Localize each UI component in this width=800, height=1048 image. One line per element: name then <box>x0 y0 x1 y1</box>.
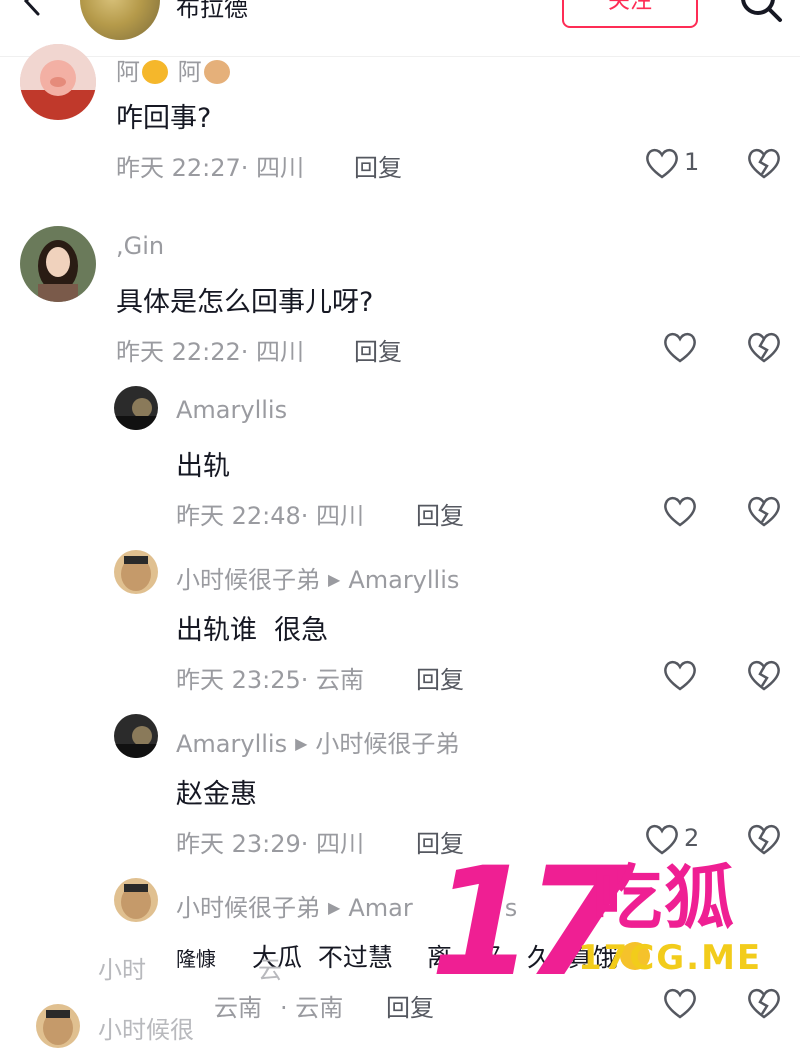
comment-meta: 昨天 23:25· 云南 <box>176 666 365 694</box>
like-icon[interactable] <box>662 658 698 692</box>
reply-button[interactable]: 回复 <box>416 660 464 695</box>
like-count: 1 <box>684 148 700 176</box>
comment-meta: 昨天 22:27· 四川 <box>116 154 305 182</box>
dog-emoji-icon <box>203 60 230 84</box>
watermark-chinese: 吃狐 <box>592 857 736 939</box>
avatar[interactable] <box>20 44 96 120</box>
dislike-icon[interactable] <box>746 494 782 528</box>
dislike-icon[interactable] <box>746 822 782 856</box>
ghost-text: 小时云 <box>98 956 282 984</box>
avatar[interactable] <box>20 226 96 302</box>
comment-username[interactable]: ,Gin <box>116 232 164 260</box>
comment-text: 具体是怎么回事儿呀? <box>116 287 374 318</box>
avatar[interactable] <box>114 714 158 758</box>
like-icon[interactable] <box>644 822 680 856</box>
dislike-icon[interactable] <box>746 146 782 180</box>
like-count: 2 <box>684 824 700 852</box>
reply-arrow-icon: ▶ <box>328 570 341 589</box>
profile-name: 布拉德 <box>176 0 248 22</box>
avatar <box>36 1004 80 1048</box>
comment-username[interactable]: Amaryllis ▶ 小时候很子弟 <box>176 724 459 759</box>
comment-text: 出轨 <box>176 451 230 482</box>
avatar[interactable] <box>114 878 158 922</box>
reply-arrow-icon: ▶ <box>328 898 341 917</box>
comment-text: 咋回事? <box>116 103 212 134</box>
reply-button[interactable]: 回复 <box>386 988 434 1023</box>
comment-username[interactable]: Amaryllis <box>176 396 287 424</box>
back-arrow-icon[interactable] <box>18 0 48 16</box>
watermark-url: 17CG.ME <box>578 938 763 978</box>
profile-avatar[interactable] <box>80 0 160 40</box>
avatar[interactable] <box>114 386 158 430</box>
comment-meta: 云南 · 云南 <box>214 994 344 1022</box>
ghost-text: 小时候很 <box>98 1016 194 1044</box>
follow-button[interactable]: 关注 <box>562 0 698 28</box>
reply-button[interactable]: 回复 <box>354 148 402 183</box>
like-icon[interactable] <box>662 330 698 364</box>
like-icon[interactable] <box>662 494 698 528</box>
like-icon[interactable] <box>662 986 698 1020</box>
comment-meta: 昨天 22:22· 四川 <box>116 338 305 366</box>
comment-username[interactable]: 小时候很子弟 ▶ Amaryllis <box>176 560 459 595</box>
dislike-icon[interactable] <box>746 330 782 364</box>
comment-meta: 昨天 22:48· 四川 <box>176 502 365 530</box>
reply-arrow-icon: ▶ <box>295 734 308 753</box>
emoji-icon <box>142 60 168 84</box>
dislike-icon[interactable] <box>746 658 782 692</box>
comment-text: 出轨谁 很急 <box>176 615 329 646</box>
comment-meta: 昨天 23:29· 四川 <box>176 830 365 858</box>
like-icon[interactable] <box>644 146 680 180</box>
comment-text: 赵金惠 <box>176 779 257 810</box>
avatar[interactable] <box>114 550 158 594</box>
search-icon[interactable] <box>738 0 784 26</box>
reply-button[interactable]: 回复 <box>416 496 464 531</box>
comment-username[interactable]: 阿 阿 <box>116 52 232 87</box>
top-bar: 布拉德 关注 <box>0 0 800 57</box>
reply-button[interactable]: 回复 <box>354 332 402 367</box>
dislike-icon[interactable] <box>746 986 782 1020</box>
